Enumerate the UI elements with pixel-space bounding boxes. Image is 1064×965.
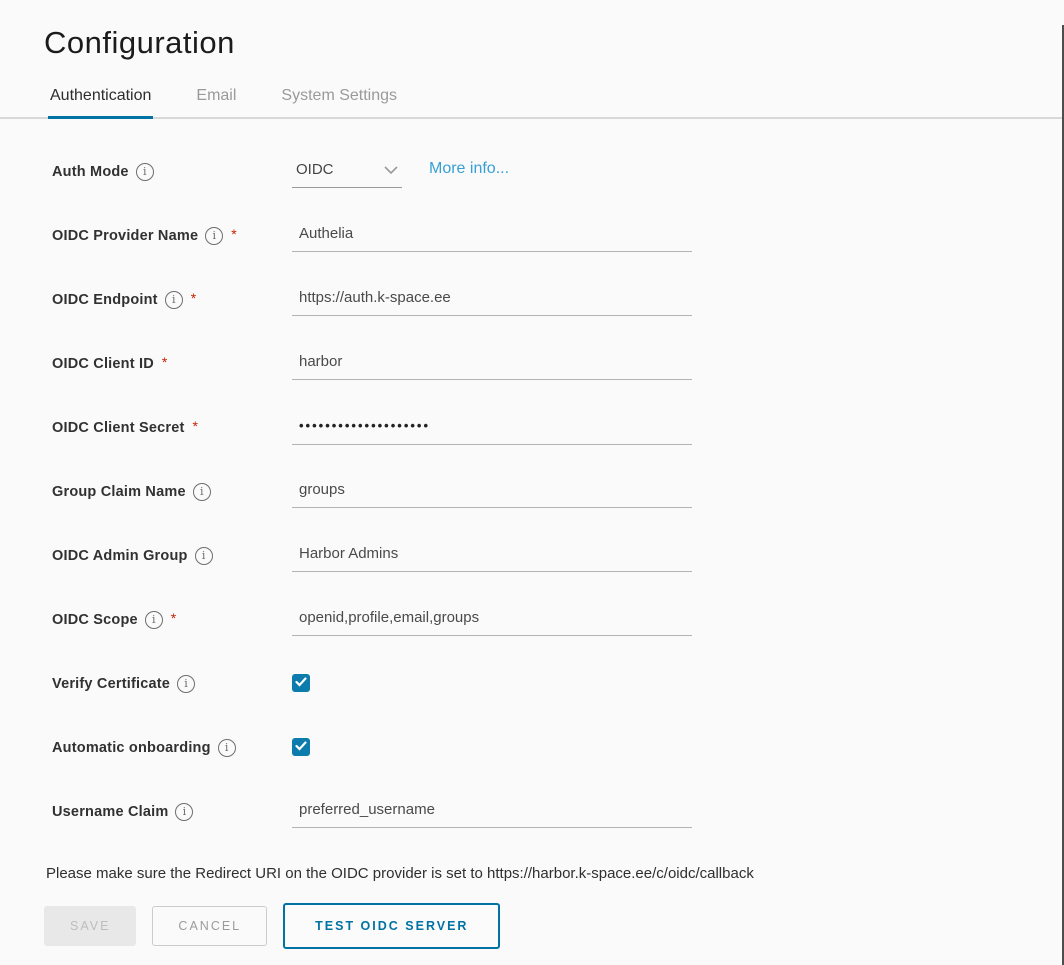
redirect-uri-note: Please make sure the Redirect URI on the…	[46, 865, 1064, 882]
field-label: OIDC Client Secret	[52, 418, 185, 438]
field-control	[292, 801, 1064, 828]
field-control	[292, 481, 1064, 508]
page-title: Configuration	[44, 25, 1064, 61]
field-label: Auth Mode	[52, 162, 129, 182]
required-asterisk: *	[193, 418, 198, 434]
info-icon[interactable]: i	[193, 483, 211, 501]
auth-settings-form: Auth Mode i OIDC More info... OIDC Provid…	[52, 161, 1064, 830]
tab-email[interactable]: Email	[194, 81, 238, 117]
required-asterisk: *	[162, 354, 167, 370]
field-label-group: Group Claim Name i	[52, 481, 292, 502]
field-label: OIDC Client ID	[52, 354, 154, 374]
form-row: OIDC Admin Group i	[52, 545, 1064, 574]
save-button: SAVE	[44, 906, 136, 946]
oidc-client-id-input[interactable]	[292, 353, 692, 380]
group-claim-name-input[interactable]	[292, 481, 692, 508]
info-icon[interactable]: i	[195, 547, 213, 565]
oidc-admin-group-input[interactable]	[292, 545, 692, 572]
action-bar: SAVE CANCEL TEST OIDC SERVER	[44, 903, 1064, 949]
form-row: OIDC Client Secret *	[52, 417, 1064, 446]
field-label-group: Verify Certificate i	[52, 673, 292, 694]
field-label: Username Claim	[52, 802, 168, 822]
verify-certificate-checkbox[interactable]	[292, 674, 310, 692]
check-icon	[295, 738, 307, 756]
field-label-group: Automatic onboarding i	[52, 737, 292, 758]
form-row: Auth Mode i OIDC More info...	[52, 161, 1064, 190]
field-label-group: Auth Mode i	[52, 161, 292, 182]
tab-authentication[interactable]: Authentication	[48, 81, 153, 119]
field-control	[292, 673, 1064, 692]
field-label: OIDC Scope	[52, 610, 138, 630]
info-icon[interactable]: i	[218, 739, 236, 757]
field-control	[292, 545, 1064, 572]
test-oidc-server-button[interactable]: TEST OIDC SERVER	[283, 903, 500, 949]
field-control	[292, 609, 1064, 636]
field-control	[292, 353, 1064, 380]
oidc-client-secret-input[interactable]	[292, 418, 692, 445]
field-label-group: OIDC Provider Name i *	[52, 225, 292, 246]
form-row: OIDC Provider Name i *	[52, 225, 1064, 254]
info-icon[interactable]: i	[205, 227, 223, 245]
info-icon[interactable]: i	[145, 611, 163, 629]
oidc-provider-name-input[interactable]	[292, 225, 692, 252]
form-row: Username Claim i	[52, 801, 1064, 830]
form-row: Group Claim Name i	[52, 481, 1064, 510]
auth-mode-selected-value: OIDC	[296, 161, 334, 178]
info-icon[interactable]: i	[175, 803, 193, 821]
required-asterisk: *	[231, 226, 236, 242]
field-control: OIDC More info...	[292, 161, 1064, 188]
field-label-group: Username Claim i	[52, 801, 292, 822]
info-icon[interactable]: i	[165, 291, 183, 309]
field-label-group: OIDC Client Secret *	[52, 417, 292, 438]
form-row: OIDC Client ID *	[52, 353, 1064, 382]
form-row: OIDC Scope i *	[52, 609, 1064, 638]
field-label: OIDC Admin Group	[52, 546, 188, 566]
field-label: OIDC Provider Name	[52, 226, 198, 246]
field-control	[292, 225, 1064, 252]
field-label: Verify Certificate	[52, 674, 170, 694]
tab-system-settings[interactable]: System Settings	[279, 81, 399, 117]
info-icon[interactable]: i	[136, 163, 154, 181]
field-label: Automatic onboarding	[52, 738, 211, 758]
tab-bar: Authentication Email System Settings	[44, 81, 1064, 117]
username-claim-input[interactable]	[292, 801, 692, 828]
form-row: Verify Certificate i	[52, 673, 1064, 702]
oidc-endpoint-input[interactable]	[292, 289, 692, 316]
configuration-page: Configuration Authentication Email Syste…	[0, 25, 1064, 949]
chevron-down-icon	[384, 161, 398, 178]
tab-divider	[0, 117, 1064, 119]
info-icon[interactable]: i	[177, 675, 195, 693]
field-control	[292, 417, 1064, 445]
field-label: Group Claim Name	[52, 482, 186, 502]
oidc-scope-input[interactable]	[292, 609, 692, 636]
cancel-button[interactable]: CANCEL	[152, 906, 267, 946]
field-label: OIDC Endpoint	[52, 290, 158, 310]
required-asterisk: *	[191, 290, 196, 306]
more-info-link[interactable]: More info...	[429, 160, 509, 178]
field-label-group: OIDC Endpoint i *	[52, 289, 292, 310]
field-control	[292, 737, 1064, 756]
auth-mode-select[interactable]: OIDC	[292, 161, 402, 188]
required-asterisk: *	[171, 610, 176, 626]
automatic-onboarding-checkbox[interactable]	[292, 738, 310, 756]
field-label-group: OIDC Client ID *	[52, 353, 292, 374]
field-label-group: OIDC Scope i *	[52, 609, 292, 630]
form-row: OIDC Endpoint i *	[52, 289, 1064, 318]
check-icon	[295, 674, 307, 692]
field-label-group: OIDC Admin Group i	[52, 545, 292, 566]
form-row: Automatic onboarding i	[52, 737, 1064, 766]
field-control	[292, 289, 1064, 316]
